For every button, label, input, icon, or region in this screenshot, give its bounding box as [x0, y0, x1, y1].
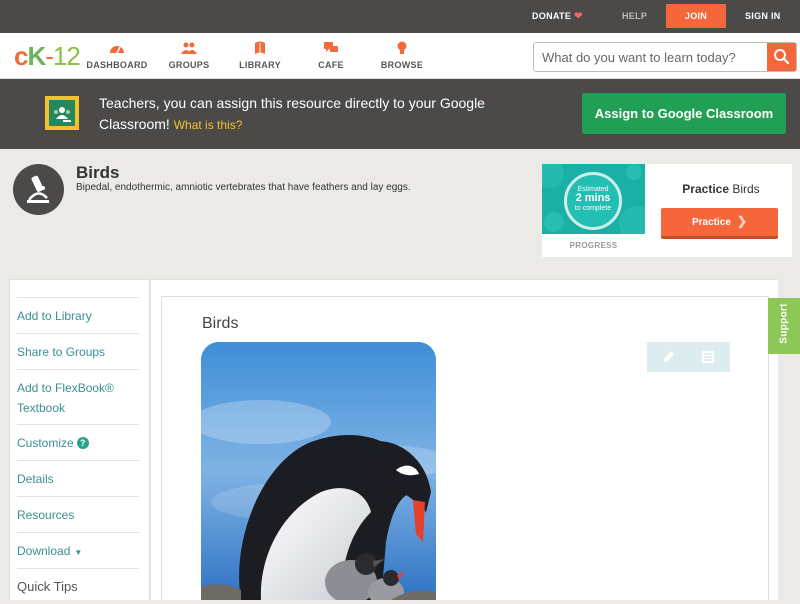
sidebar-item-label: Download [17, 544, 71, 558]
practice-title-prefix: Practice [682, 182, 729, 196]
nav-browse[interactable]: BROWSE [362, 41, 442, 70]
help-link[interactable]: HELP [622, 0, 647, 33]
browse-icon [397, 41, 407, 54]
support-label: Support [778, 303, 790, 344]
penguin-photo [201, 342, 436, 600]
main-navigation: cK-12 DASHBOARD GROUPS LIBRARY CAFE BROW… [0, 33, 800, 79]
quick-tips-heading[interactable]: Quick Tips [17, 568, 139, 604]
nav-groups[interactable]: GROUPS [149, 41, 229, 70]
content-title: Birds [202, 315, 239, 332]
nav-library[interactable]: LIBRARY [220, 41, 300, 70]
nav-dashboard-label: DASHBOARD [86, 60, 148, 70]
groups-icon [181, 42, 197, 54]
nav-groups-label: GROUPS [168, 60, 210, 70]
chevron-right-icon: ❯ [736, 214, 747, 228]
sidebar-item-add-to-library[interactable]: Add to Library [17, 297, 139, 333]
estimate-line2: to complete [574, 205, 612, 212]
sidebar-item-label: Add to FlexBook® Textbook [17, 381, 114, 415]
concept-title: Birds [76, 163, 120, 182]
practice-title: Practice Birds [661, 182, 781, 196]
top-utility-bar: DONATE ❤ HELP JOIN SIGN IN [0, 0, 800, 33]
sidebar-item-label: Add to Library [17, 309, 92, 323]
estimate-value: 2 mins [575, 192, 611, 204]
caret-down-icon: ▼ [74, 548, 83, 557]
search-box [533, 42, 797, 72]
nav-library-label: LIBRARY [239, 60, 281, 70]
support-tab[interactable]: Support [768, 298, 800, 354]
sidebar-item-details[interactable]: Details [17, 460, 139, 496]
donate-link[interactable]: DONATE ❤ [532, 0, 583, 33]
sidebar-item-add-to-flexbook[interactable]: Add to FlexBook® Textbook [17, 369, 139, 424]
search-button[interactable] [767, 43, 796, 71]
estimate-badge: Estimated 2 mins to complete [564, 172, 622, 230]
progress-image: Estimated 2 mins to complete [542, 164, 645, 234]
sidebar-item-customize[interactable]: Customize? [17, 424, 139, 460]
sidebar: Add to Library Share to Groups Add to Fl… [9, 279, 150, 600]
sidebar-item-share-to-groups[interactable]: Share to Groups [17, 333, 139, 369]
search-icon [774, 49, 790, 65]
microscope-icon [13, 164, 64, 215]
nav-cafe[interactable]: CAFE [291, 41, 371, 70]
assign-to-google-classroom-button[interactable]: Assign to Google Classroom [582, 93, 786, 134]
library-icon [255, 41, 265, 54]
banner-text: Teachers, you can assign this resource d… [99, 95, 485, 132]
sign-in-link[interactable]: SIGN IN [745, 0, 781, 33]
ck12-logo[interactable]: cK-12 [14, 41, 81, 71]
google-classroom-icon [45, 96, 79, 130]
quick-tips-label: Quick Tips [17, 579, 78, 594]
nav-browse-label: BROWSE [380, 60, 424, 70]
content-toolbar [647, 342, 730, 372]
nav-dashboard[interactable]: DASHBOARD [77, 41, 157, 70]
sidebar-item-label: Details [17, 472, 54, 486]
sidebar-item-label: Customize [17, 436, 74, 450]
google-classroom-banner: Teachers, you can assign this resource d… [0, 79, 800, 149]
help-icon[interactable]: ? [76, 437, 89, 449]
google-classroom-message: Teachers, you can assign this resource d… [99, 93, 519, 136]
concept-description: Bipedal, endothermic, amniotic vertebrat… [76, 182, 411, 193]
what-is-this-link[interactable]: What is this? [174, 118, 243, 132]
heart-icon: ❤ [574, 11, 583, 22]
practice-card: Estimated 2 mins to complete PROGRESS Pr… [542, 164, 792, 257]
notes-icon[interactable] [700, 349, 716, 365]
cafe-icon [324, 42, 338, 52]
dashboard-icon [110, 46, 124, 54]
practice-title-topic: Birds [732, 182, 760, 196]
practice-button-label: Practice [692, 217, 731, 228]
progress-widget[interactable]: Estimated 2 mins to complete PROGRESS [542, 164, 645, 257]
progress-label: PROGRESS [569, 241, 618, 250]
sidebar-item-label: Resources [17, 508, 75, 522]
nav-cafe-label: CAFE [318, 60, 344, 70]
sidebar-item-resources[interactable]: Resources [17, 496, 139, 532]
pencil-icon[interactable] [661, 349, 677, 365]
practice-button[interactable]: Practice ❯ [661, 208, 778, 239]
search-input[interactable] [534, 43, 768, 71]
sidebar-item-download[interactable]: Download ▼ [17, 532, 139, 568]
join-button[interactable]: JOIN [666, 4, 726, 28]
sidebar-item-label: Share to Groups [17, 345, 106, 359]
